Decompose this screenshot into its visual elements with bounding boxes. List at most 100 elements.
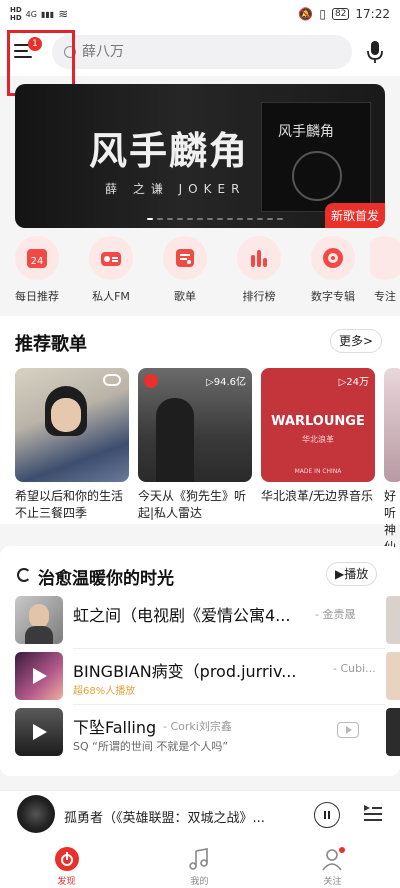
- nav-label: 我的: [190, 877, 209, 887]
- song-title: 虹之间（电视剧《爱情公寓4...: [73, 606, 291, 625]
- banner-album-art: 风手麟角: [261, 102, 371, 212]
- playlist-card[interactable]: ▷24万 WARLOUNGE 华北浪革 MADE IN CHINA 华北浪革/无…: [261, 368, 375, 556]
- search-bar[interactable]: [52, 35, 352, 69]
- entry-fm[interactable]: 私人FM: [74, 236, 148, 312]
- playlist-card[interactable]: 希望以后和你的生活不止三餐四季: [15, 368, 129, 556]
- now-playing-title: 孤勇者（《英雄联盟：双城之战》...: [64, 811, 265, 826]
- cover-text: WARLOUNGE: [271, 414, 365, 429]
- wifi-icon: ≋: [58, 7, 69, 21]
- playlist-cover: [384, 368, 400, 482]
- album-art-ring: [292, 151, 342, 201]
- song-artist: - 金贵晟: [315, 608, 356, 621]
- search-input[interactable]: [82, 44, 312, 60]
- playlist-caption: 今天从《狗先生》听起|私人雷达: [138, 489, 247, 520]
- next-column-thumbnail: [386, 596, 400, 644]
- mini-player[interactable]: 孤勇者（《英雄联盟：双城之战》...: [0, 790, 400, 840]
- album-icon: [311, 236, 355, 280]
- playlist-card[interactable]: ▷94.6亿 今天从《狗先生》听起|私人雷达: [138, 368, 252, 556]
- play-count: ▷24万: [338, 377, 369, 388]
- microphone-icon[interactable]: [366, 40, 384, 64]
- divider: [73, 648, 385, 649]
- nav-mine[interactable]: 我的: [133, 840, 266, 888]
- next-column-thumbnail: [386, 708, 400, 756]
- song-artist: - Cubi...: [333, 662, 376, 675]
- song-thumbnail: [15, 652, 63, 700]
- playlist-card[interactable]: 好听神仙: [384, 368, 400, 556]
- banner-badge: 新歌首发: [324, 203, 385, 228]
- quick-entries: 24 每日推荐 私人FM 歌单 排行榜 数字专辑 专注: [0, 236, 400, 312]
- play-all-button[interactable]: ▶播放: [326, 562, 378, 586]
- banner[interactable]: 风手麟角 薛 之谦 JOKER 风手麟角 新歌首发: [15, 84, 385, 228]
- nav-discover[interactable]: 发现: [0, 840, 133, 888]
- vibrate-icon: ▯: [319, 7, 326, 21]
- song-artist: - Corki刘宗鑫: [163, 720, 232, 733]
- video-play-icon[interactable]: [337, 722, 359, 738]
- battery-icon: 82: [331, 8, 350, 20]
- svg-text:24: 24: [31, 256, 44, 267]
- nav-label: 发现: [57, 877, 76, 887]
- song-title: BINGBIAN病变（prod.jurriv...: [73, 662, 297, 681]
- radio-icon: [89, 236, 133, 280]
- now-playing-disc: [17, 795, 55, 833]
- playlist-queue-icon[interactable]: [364, 805, 382, 823]
- nav-label: 关注: [323, 877, 342, 887]
- status-left: HD HD 4G ▮▮▮ ≋: [10, 6, 68, 22]
- clock: 17:22: [355, 7, 390, 21]
- section-title: 推荐歌单: [15, 334, 87, 355]
- mute-icon: 🔕: [298, 7, 314, 21]
- entry-digital-album[interactable]: 数字专辑: [296, 236, 370, 312]
- follow-icon: [320, 846, 346, 872]
- song-play-stat: 超68%人播放: [73, 686, 136, 697]
- discover-icon: [54, 846, 80, 872]
- playlist-caption: 希望以后和你的生活不止三餐四季: [15, 489, 124, 520]
- play-icon: [33, 724, 47, 740]
- cover-sub: 华北浪革: [302, 435, 334, 444]
- play-icon: [33, 668, 47, 684]
- playlist-caption: 华北浪革/无边界音乐: [261, 489, 374, 503]
- play-count: ▷94.6亿: [206, 377, 246, 388]
- playlist-cover: ▷24万 WARLOUNGE 华北浪革 MADE IN CHINA: [261, 368, 375, 482]
- cover-foot: MADE IN CHINA: [294, 468, 342, 475]
- song-title: 下坠Falling: [73, 718, 157, 737]
- status-right: 🔕 ▯ 82 17:22: [298, 7, 390, 21]
- nav-follow[interactable]: 关注: [266, 840, 399, 888]
- entry-daily[interactable]: 24 每日推荐: [0, 236, 74, 312]
- banner-subtitle: 薛 之谦 JOKER: [105, 182, 246, 196]
- more-button[interactable]: 更多>: [330, 329, 383, 353]
- pause-icon: [324, 811, 326, 819]
- playlist-row: 希望以后和你的生活不止三餐四季 ▷94.6亿 今天从《狗先生》听起|私人雷达 ▷…: [15, 368, 400, 556]
- song-row[interactable]: 虹之间（电视剧《爱情公寓4... - 金贵晟: [15, 596, 385, 649]
- netease-logo-icon: [144, 374, 158, 388]
- focus-icon: [370, 236, 400, 280]
- entry-charts[interactable]: 排行榜: [222, 236, 296, 312]
- hd-icon: HD HD: [10, 6, 22, 22]
- entry-label: 歌单: [174, 290, 196, 303]
- entry-label: 排行榜: [242, 290, 276, 303]
- playlist-cover: [15, 368, 129, 482]
- recommended-playlists: 推荐歌单 更多> 希望以后和你的生活不止三餐四季 ▷94.6亿 今天从《狗先生》…: [0, 316, 400, 554]
- healing-section: 治愈温暖你的时光 ▶播放 虹之间（电视剧《爱情公寓4... - 金贵晟 BING…: [0, 546, 400, 776]
- entry-focus[interactable]: 专注: [370, 236, 400, 312]
- loop-icon: [103, 374, 121, 386]
- banner-pager: [147, 218, 283, 220]
- entry-label: 数字专辑: [311, 290, 355, 303]
- playlist-icon: [163, 236, 207, 280]
- playlist-cover: ▷94.6亿: [138, 368, 252, 482]
- song-row[interactable]: 下坠Falling - Corki刘宗鑫 SQ “所谓的世间 不就是个人吗”: [15, 708, 385, 758]
- entry-label: 私人FM: [92, 290, 130, 303]
- bottom-nav: 发现 我的 关注: [0, 840, 400, 888]
- banner-title: 风手麟角: [89, 128, 250, 173]
- music-note-icon: [187, 846, 213, 872]
- entry-label: 每日推荐: [15, 290, 59, 303]
- section-title: 治愈温暖你的时光: [38, 569, 174, 589]
- chart-icon: [237, 236, 281, 280]
- song-thumbnail: [15, 596, 63, 644]
- song-row[interactable]: BINGBIAN病变（prod.jurriv... - Cubi... 超68%…: [15, 652, 385, 705]
- entry-playlist[interactable]: 歌单: [148, 236, 222, 312]
- song-thumbnail: [15, 708, 63, 756]
- pause-button[interactable]: [314, 802, 340, 828]
- refresh-icon[interactable]: [17, 568, 31, 582]
- divider: [73, 704, 385, 705]
- entry-label: 专注: [374, 290, 396, 303]
- network-type: 4G: [25, 9, 37, 19]
